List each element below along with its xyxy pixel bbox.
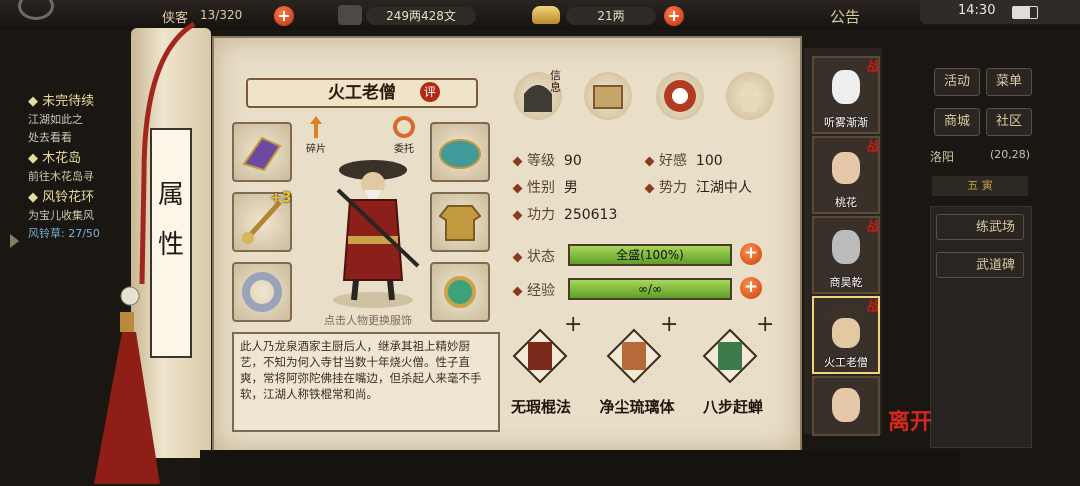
change-outfit-hint: 点击人物更换服饰 <box>324 314 412 327</box>
quest-collapse-arrow-icon[interactable] <box>10 234 19 248</box>
staff-technique-scroll-icon[interactable] <box>510 326 570 386</box>
roster-count: 13/320 <box>200 8 243 22</box>
status-strip <box>920 0 1080 24</box>
weapon-upgrade-badge: +3 <box>270 190 292 206</box>
gold-plus-button[interactable]: + <box>664 6 684 26</box>
portrait-1-name: 听雾渐渐 <box>824 116 868 129</box>
glass-body-scroll-icon[interactable] <box>604 326 664 386</box>
activity-button[interactable]: 活动 <box>934 68 980 96</box>
portrait-4-war-badge: 战 <box>866 300 880 315</box>
level-row: 等级 90 <box>512 150 582 170</box>
map-icon[interactable] <box>584 72 632 120</box>
favor-label: 好感 <box>659 153 687 169</box>
status-label: 状态 <box>527 249 555 265</box>
portrait-1-war-badge: 战 <box>866 60 880 75</box>
faction-value: 江湖中人 <box>695 180 752 196</box>
muscle-icon[interactable] <box>726 72 774 120</box>
portrait-5[interactable] <box>812 376 880 436</box>
shard-arrows-icon[interactable] <box>302 114 330 140</box>
portrait-4-selected[interactable]: 战 火工老僧 <box>812 296 880 374</box>
portrait-2[interactable]: 战 桃花 <box>812 136 880 214</box>
favor-row: 好感 100 <box>644 150 723 170</box>
gender-label: 性别 <box>527 180 555 196</box>
bottom-bar <box>200 450 960 486</box>
silver-ingot-icon <box>532 6 560 24</box>
bracer-icon <box>242 136 282 172</box>
gender-value: 男 <box>563 180 578 196</box>
portrait-3[interactable]: 战 商昊乾 <box>812 216 880 294</box>
eight-step-scroll-icon[interactable] <box>700 326 760 386</box>
portrait-3-war-badge: 战 <box>866 220 880 235</box>
attribute-tab[interactable]: 属 性 <box>150 128 192 358</box>
location-name: 洛阳 <box>930 150 955 164</box>
portrait-2-war-badge: 战 <box>866 140 880 155</box>
power-row: 功力 250613 <box>512 204 618 224</box>
location-coords: (20,28) <box>990 148 1031 161</box>
notice-button[interactable]: 公告 <box>830 6 860 27</box>
exp-label: 经验 <box>527 283 555 299</box>
clock: 14:30 <box>958 3 996 18</box>
gold-value: 21两 <box>566 7 656 25</box>
portrait-3-name: 商昊乾 <box>829 276 863 289</box>
jade-pendant-icon <box>444 276 476 308</box>
martial-stele-button[interactable]: 武道碑 <box>936 252 1024 278</box>
equip-slot-ring[interactable] <box>232 262 292 322</box>
equip-slot-armor[interactable] <box>430 192 490 252</box>
power-value: 250613 <box>563 207 618 223</box>
portrait-1[interactable]: 战 听雾渐渐 <box>812 56 880 134</box>
skill-3-name: 八步赶蝉 <box>702 398 763 416</box>
equip-slot-hat[interactable] <box>430 122 490 182</box>
roster-plus-button[interactable]: + <box>274 6 294 26</box>
copper-value: 249两428文 <box>366 7 476 25</box>
community-button[interactable]: 社区 <box>986 108 1032 136</box>
portrait-4-name: 火工老僧 <box>824 356 868 369</box>
info-label: 信息 <box>550 69 561 94</box>
taiji-icon[interactable] <box>656 72 704 120</box>
location-bar: 洛阳 (20,28) <box>930 148 1030 168</box>
skill-1-name: 无瑕棍法 <box>510 398 571 416</box>
level-label: 等级 <box>527 153 555 169</box>
character-description: 此人乃龙泉酒家主厨后人，继承其祖上精妙厨艺，不知为何入寺甘当数十年烧火僧。性子直… <box>232 332 500 432</box>
attribute-tab-char-1: 属 <box>157 180 184 210</box>
copper-coin-icon <box>338 5 362 25</box>
status-bar-text: 全盛(100%) <box>616 248 684 262</box>
status-plus-button[interactable]: + <box>740 243 762 265</box>
status-row: 状态 <box>512 246 555 266</box>
battery-icon <box>1012 6 1038 19</box>
exp-row: 经验 <box>512 280 555 300</box>
bead-bracelet-icon <box>242 272 282 312</box>
attribute-tab-char-2: 性 <box>157 230 184 260</box>
character-figure[interactable] <box>318 150 428 310</box>
gender-row: 性别 男 <box>512 177 578 197</box>
favor-value: 100 <box>695 153 723 169</box>
character-name: 火工老僧 <box>246 78 478 108</box>
faction-label: 势力 <box>659 180 687 196</box>
exp-plus-button[interactable]: + <box>740 277 762 299</box>
skill-2-name: 净尘琉璃体 <box>599 398 675 416</box>
power-label: 功力 <box>527 207 555 223</box>
entrust-swap-icon[interactable] <box>390 114 418 140</box>
level-value: 90 <box>563 153 582 169</box>
equip-slot-bracer[interactable] <box>232 122 292 182</box>
equip-slot-accessory[interactable] <box>430 262 490 322</box>
hat-icon <box>439 139 481 169</box>
menu-button[interactable]: 菜单 <box>986 68 1032 96</box>
game-time: 五 寅 <box>932 176 1028 196</box>
review-badge[interactable]: 评 <box>420 82 440 102</box>
exp-bar: ∞/∞ <box>568 278 732 300</box>
training-ground-button[interactable]: 练武场 <box>936 214 1024 240</box>
faction-row: 势力 江湖中人 <box>644 177 752 197</box>
side-panel <box>930 206 1032 448</box>
portrait-2-name: 桃花 <box>835 196 857 209</box>
leave-button[interactable]: 离开 <box>888 404 932 436</box>
menu-circle-icon[interactable] <box>18 0 54 20</box>
status-bar: 全盛(100%) <box>568 244 732 266</box>
exp-bar-text: ∞/∞ <box>637 282 663 296</box>
robe-icon <box>438 205 482 241</box>
shop-button[interactable]: 商城 <box>934 108 980 136</box>
